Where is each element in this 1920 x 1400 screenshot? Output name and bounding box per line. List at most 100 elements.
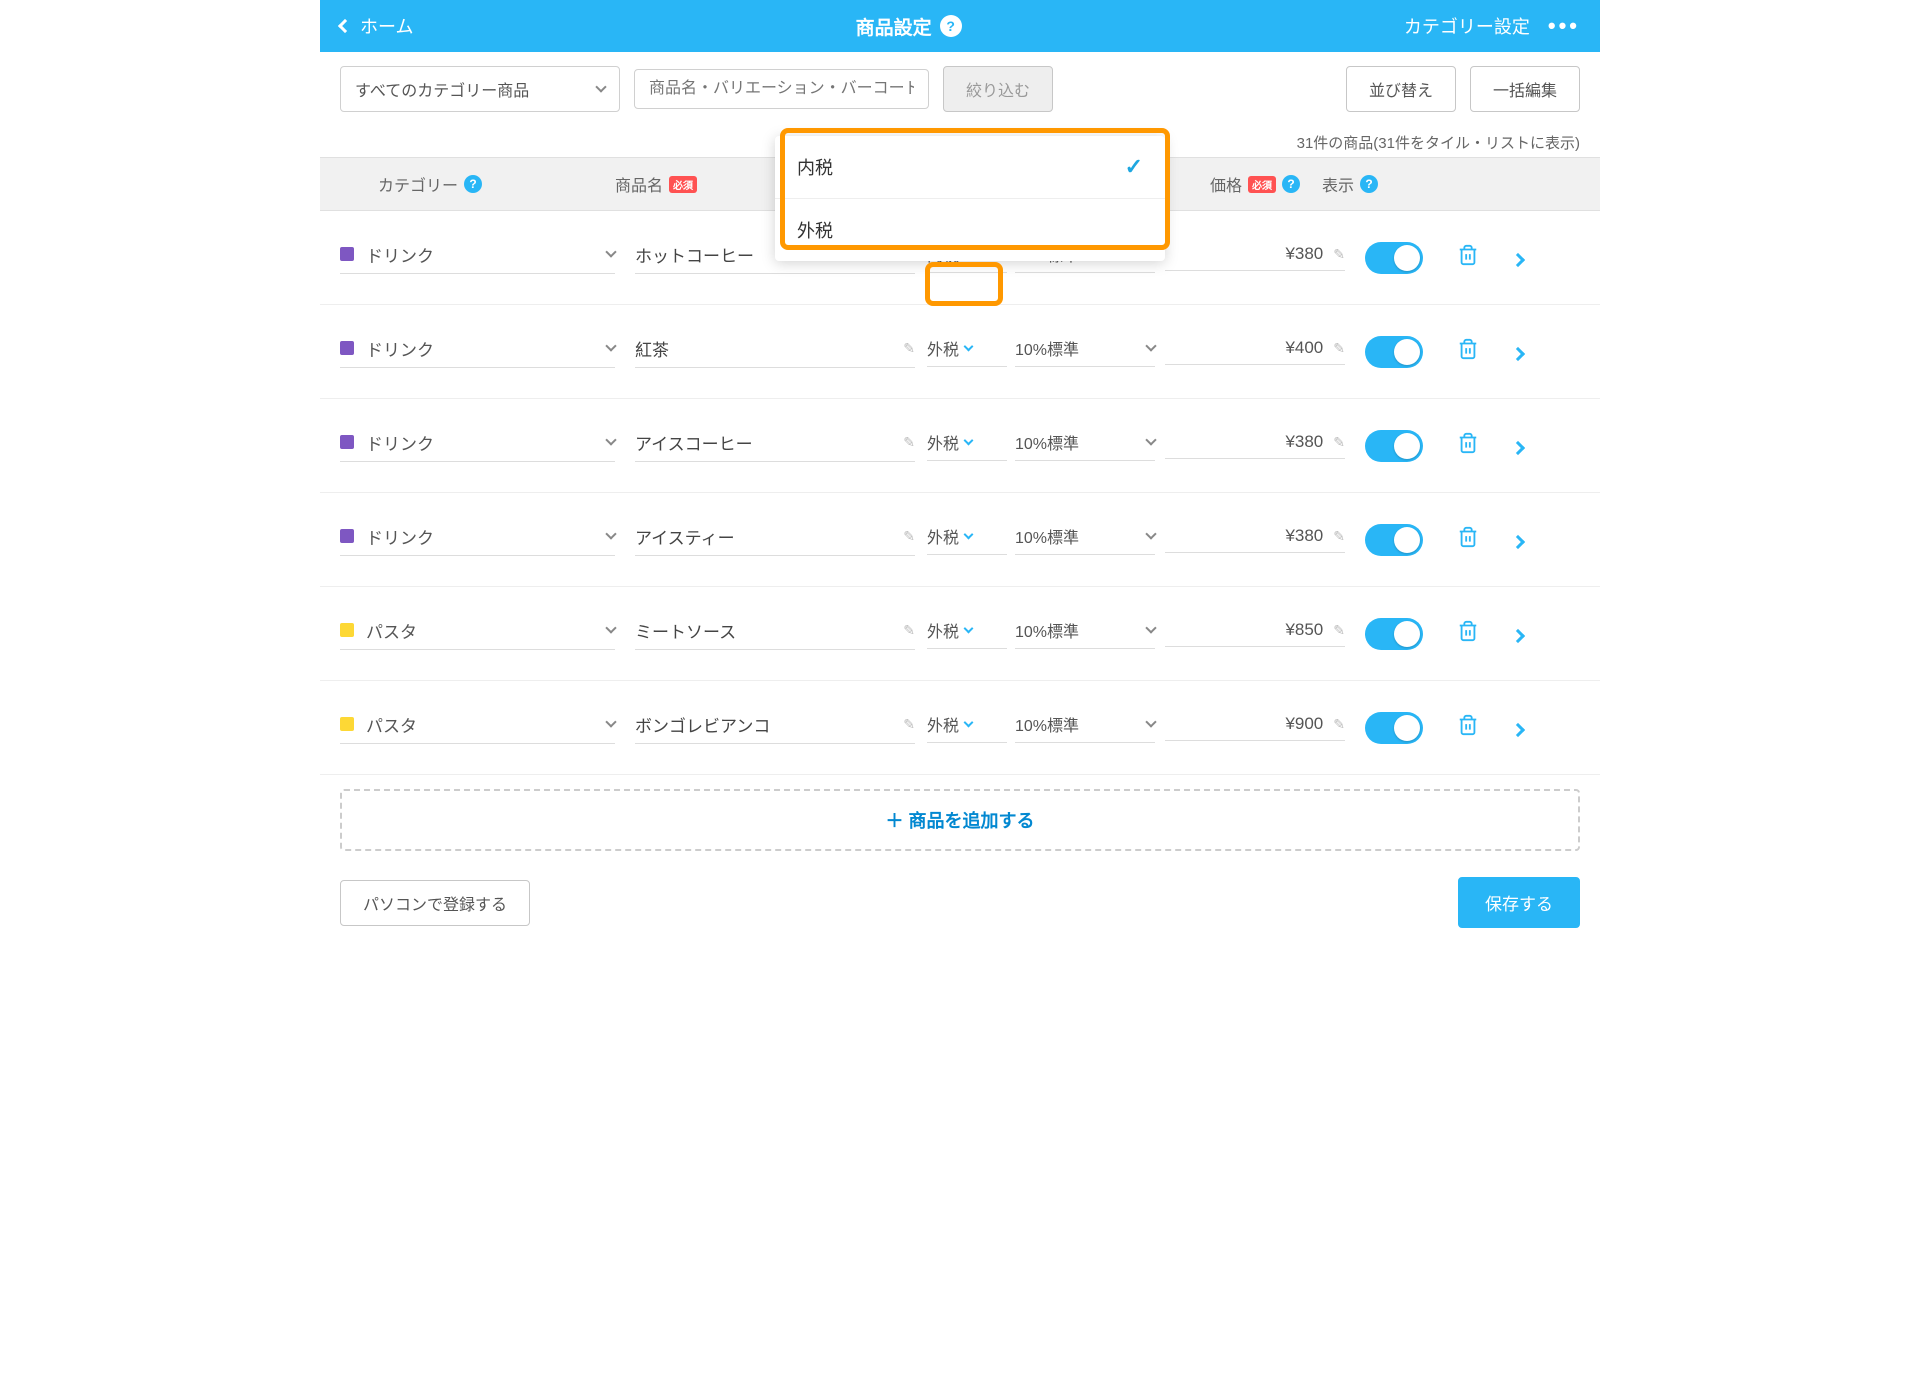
help-icon[interactable]: ? (1282, 175, 1300, 193)
check-icon: ✓ (1125, 154, 1143, 180)
delete-button[interactable] (1457, 714, 1479, 741)
add-product-button[interactable]: ＋ 商品を追加する (340, 789, 1580, 851)
price-text: ¥380 (1285, 432, 1323, 452)
category-cell[interactable]: ドリンク (340, 336, 615, 368)
category-filter-select[interactable]: すべてのカテゴリー商品 (340, 66, 620, 112)
filter-button[interactable]: 絞り込む (943, 66, 1053, 112)
price-input[interactable]: ¥900✎ (1165, 714, 1345, 741)
more-menu-icon[interactable]: ••• (1548, 13, 1580, 39)
required-badge: 必須 (1248, 176, 1276, 193)
product-name-input[interactable]: ミートソース✎ (635, 618, 915, 650)
category-cell[interactable]: パスタ (340, 712, 615, 744)
product-name-input[interactable]: アイスコーヒー✎ (635, 430, 915, 462)
category-color-swatch (340, 529, 354, 543)
pencil-icon: ✎ (1333, 434, 1345, 451)
row-detail-button[interactable] (1513, 715, 1523, 741)
chevron-down-icon (964, 624, 974, 634)
category-color-swatch (340, 247, 354, 261)
tax-type-select[interactable]: 外税 (927, 618, 1007, 649)
tax-option-inclusive[interactable]: 内税 ✓ (775, 136, 1165, 198)
tax-rate-select[interactable]: 10%標準 (1015, 524, 1155, 555)
pencil-icon: ✎ (903, 528, 915, 545)
row-detail-button[interactable] (1513, 339, 1523, 365)
col-price-label: 価格 (1210, 172, 1242, 196)
tax-rate-text: 10%標準 (1015, 336, 1079, 360)
sort-button[interactable]: 並び替え (1346, 66, 1456, 112)
chevron-down-icon (605, 434, 616, 445)
delete-button[interactable] (1457, 338, 1479, 365)
back-home-button[interactable]: ホーム (340, 13, 413, 39)
price-input[interactable]: ¥380✎ (1165, 526, 1345, 553)
category-settings-link[interactable]: カテゴリー設定 (1404, 13, 1530, 39)
bulk-edit-button[interactable]: 一括編集 (1470, 66, 1580, 112)
col-category-label: カテゴリー (378, 172, 458, 196)
tax-rate-select[interactable]: 10%標準 (1015, 618, 1155, 649)
display-toggle[interactable] (1365, 430, 1423, 462)
category-text: パスタ (366, 618, 595, 643)
product-name-input[interactable]: 紅茶✎ (635, 336, 915, 368)
save-button[interactable]: 保存する (1458, 877, 1580, 928)
chevron-right-icon (1511, 252, 1525, 266)
row-detail-button[interactable] (1513, 621, 1523, 647)
tax-type-text: 外税 (927, 618, 959, 642)
product-name-input[interactable]: アイスティー✎ (635, 524, 915, 556)
chevron-down-icon (605, 246, 616, 257)
category-cell[interactable]: パスタ (340, 618, 615, 650)
product-name-input[interactable]: ボンゴレビアンコ ✎ (635, 712, 915, 744)
chevron-down-icon (1145, 434, 1156, 445)
row-detail-button[interactable] (1513, 527, 1523, 553)
row-detail-button[interactable] (1513, 245, 1523, 271)
help-icon[interactable]: ? (940, 15, 962, 37)
tax-rate-select[interactable]: 10%標準 (1015, 336, 1155, 367)
display-toggle[interactable] (1365, 336, 1423, 368)
price-input[interactable]: ¥400 ✎ (1165, 338, 1345, 365)
pencil-icon: ✎ (1333, 340, 1345, 357)
pencil-icon: ✎ (903, 716, 915, 733)
tax-rate-select[interactable]: 10%標準 (1015, 712, 1155, 743)
chevron-right-icon (1511, 440, 1525, 454)
chevron-down-icon (605, 340, 616, 351)
help-icon[interactable]: ? (464, 175, 482, 193)
category-cell[interactable]: ドリンク (340, 242, 615, 274)
tax-rate-text: 10%標準 (1015, 618, 1079, 642)
display-toggle[interactable] (1365, 524, 1423, 556)
col-name-label: 商品名 (615, 172, 663, 196)
product-name-text: アイスコーヒー (635, 430, 893, 455)
tax-rate-select[interactable]: 10%標準 (1015, 430, 1155, 461)
tax-option-label: 外税 (797, 217, 833, 243)
product-name-text: 紅茶 (635, 336, 893, 361)
delete-button[interactable] (1457, 620, 1479, 647)
category-cell[interactable]: ドリンク (340, 430, 615, 462)
category-cell[interactable]: ドリンク (340, 524, 615, 556)
tax-rate-text: 10%標準 (1015, 430, 1079, 454)
help-icon[interactable]: ? (1360, 175, 1378, 193)
tax-type-select[interactable]: 外税 (927, 336, 1007, 367)
chevron-down-icon (605, 528, 616, 539)
price-input[interactable]: ¥380 ✎ (1165, 432, 1345, 459)
product-name-text: ボンゴレビアンコ (635, 712, 893, 737)
tax-rate-text: 10%標準 (1015, 524, 1079, 548)
row-detail-button[interactable] (1513, 433, 1523, 459)
tax-type-select[interactable]: 外税 (927, 712, 1007, 743)
category-color-swatch (340, 341, 354, 355)
price-text: ¥400 (1285, 338, 1323, 358)
tax-type-select[interactable]: 外税 (927, 430, 1007, 461)
delete-button[interactable] (1457, 244, 1479, 271)
delete-button[interactable] (1457, 526, 1479, 553)
search-input[interactable] (634, 69, 929, 109)
tax-option-exclusive[interactable]: 外税 (775, 198, 1165, 261)
required-badge: 必須 (669, 176, 697, 193)
pc-register-button[interactable]: パソコンで登録する (340, 880, 530, 926)
price-input[interactable]: ¥850✎ (1165, 620, 1345, 647)
table-row: パスタ ミートソース✎ 外税 10%標準 ¥850✎ (320, 587, 1600, 681)
delete-button[interactable] (1457, 432, 1479, 459)
price-input[interactable]: ¥380✎ (1165, 244, 1345, 271)
display-toggle[interactable] (1365, 712, 1423, 744)
tax-type-text: 外税 (927, 712, 959, 736)
chevron-down-icon (964, 530, 974, 540)
tax-type-select[interactable]: 外税 (927, 524, 1007, 555)
pencil-icon: ✎ (1333, 622, 1345, 639)
table-row: ドリンク紅茶✎ 外税 10%標準 ¥400 ✎ (320, 305, 1600, 399)
display-toggle[interactable] (1365, 618, 1423, 650)
display-toggle[interactable] (1365, 242, 1423, 274)
